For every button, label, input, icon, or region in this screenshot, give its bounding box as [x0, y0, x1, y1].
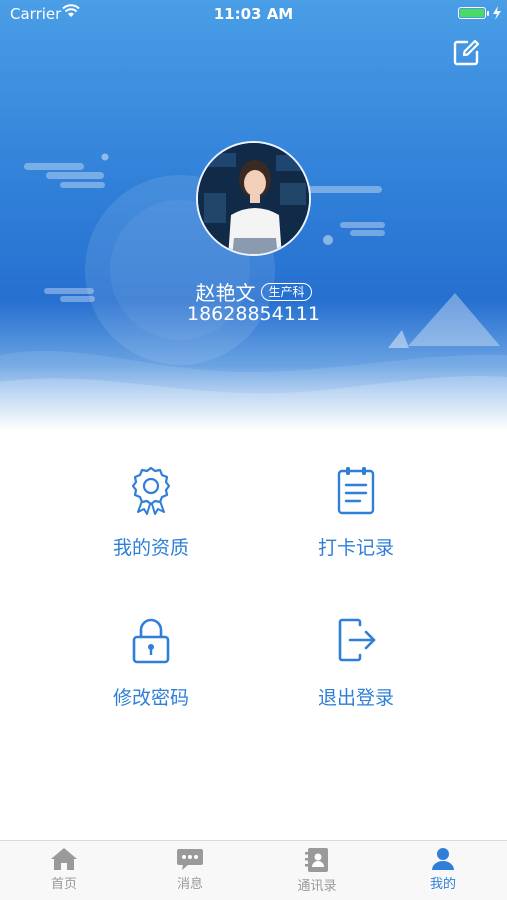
tab-label: 消息 [176, 877, 203, 892]
battery-icon [458, 7, 486, 19]
tab-home[interactable]: 首页 [24, 847, 104, 892]
status-time: 11:03 AM [213, 5, 294, 23]
tab-label: 我的 [429, 877, 456, 892]
logout-icon [338, 618, 376, 662]
menu-change-password[interactable]: 修改密码 [71, 615, 231, 710]
menu-label: 打卡记录 [317, 537, 394, 559]
menu-label: 退出登录 [317, 687, 394, 709]
tab-mine[interactable]: 我的 [403, 847, 483, 892]
tab-contacts[interactable]: 通讯录 [277, 847, 357, 894]
user-name: 赵艳文 [195, 281, 256, 305]
edit-profile-icon[interactable] [450, 37, 482, 69]
tab-label: 通讯录 [297, 879, 337, 894]
status-bar: Carrier 11:03 AM [0, 0, 507, 28]
profile-name-row: 赵艳文 生产科 [0, 277, 507, 306]
avatar[interactable] [196, 141, 311, 256]
tab-messages[interactable]: 消息 [150, 847, 230, 892]
menu-label: 修改密码 [112, 687, 189, 709]
menu-checkin-records[interactable]: 打卡记录 [276, 465, 436, 560]
menu-qualifications[interactable]: 我的资质 [71, 465, 231, 560]
menu-logout[interactable]: 退出登录 [276, 615, 436, 710]
message-icon [177, 849, 203, 870]
clipboard-icon [337, 467, 375, 515]
department-badge: 生产科 [261, 282, 312, 301]
home-icon [51, 848, 77, 870]
tab-label: 首页 [50, 877, 77, 892]
certificate-badge-icon [131, 466, 171, 515]
battery-tip [487, 11, 489, 16]
tab-bar: 首页 消息 通讯录 我的 [0, 840, 507, 900]
contacts-icon [305, 848, 328, 872]
user-phone: 18628854111 [187, 303, 320, 325]
menu-label: 我的资质 [112, 537, 189, 559]
lock-icon [132, 618, 170, 664]
user-icon [432, 848, 454, 870]
avatar-photo [198, 143, 309, 254]
profile-header: Carrier 11:03 AM 赵艳文 生产科 18628854111 [0, 0, 507, 430]
charging-icon [493, 6, 501, 20]
